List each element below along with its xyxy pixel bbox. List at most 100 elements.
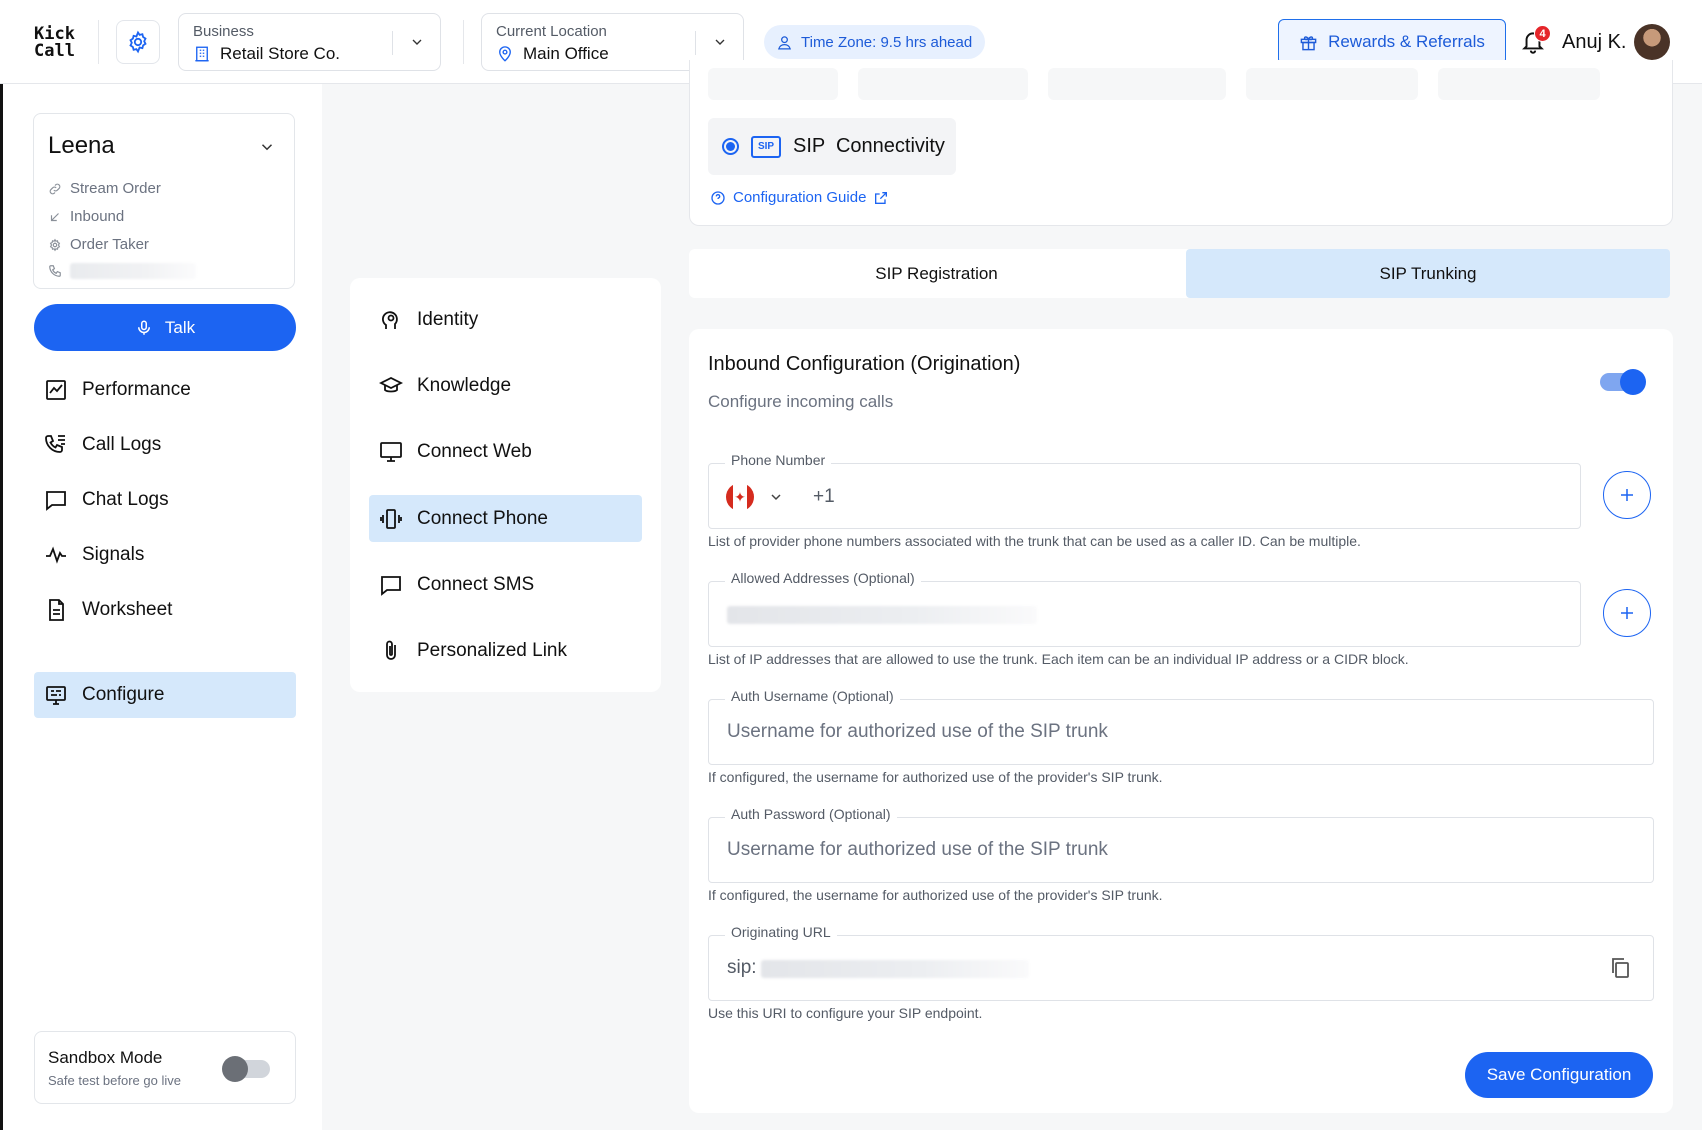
agent-meta-role: Order Taker <box>48 236 149 253</box>
chevron-down-icon[interactable] <box>258 138 276 156</box>
business-select-label: Business <box>193 23 254 40</box>
agent-name: Leena <box>48 132 115 159</box>
location-select-label: Current Location <box>496 23 607 40</box>
head-icon <box>382 310 398 329</box>
canada-flag-icon: ✦ <box>726 483 754 511</box>
talk-button[interactable]: Talk <box>34 304 296 351</box>
subnav-item-connect-phone[interactable]: Connect Phone <box>369 495 642 542</box>
graduation-cap-icon <box>379 376 403 392</box>
copy-icon[interactable] <box>1608 956 1632 980</box>
phone-number-label: Phone Number <box>725 452 832 468</box>
section-title: Inbound Configuration (Origination) <box>708 353 1021 375</box>
paperclip-icon <box>386 640 396 660</box>
business-select[interactable]: Business Retail Store Co. <box>178 13 441 71</box>
chart-line-icon <box>46 380 66 400</box>
dial-code: +1 <box>813 486 835 507</box>
originating-url-helper: Use this URI to configure your SIP endpo… <box>708 1005 983 1021</box>
add-address-button[interactable] <box>1603 589 1651 637</box>
avatar[interactable] <box>1634 24 1670 60</box>
sip-connectivity-option[interactable]: SIP SIP Connectivity <box>708 118 956 175</box>
configure-subnav: Identity Knowledge Connect Web Connect P… <box>350 278 661 692</box>
header-divider <box>98 20 99 64</box>
phone-number-field[interactable]: Phone Number ✦ +1 <box>708 452 1581 529</box>
microphone-icon <box>137 320 150 335</box>
kickcall-logo[interactable]: Kick Call <box>34 26 75 60</box>
redacted-phone <box>70 263 196 279</box>
gear-icon <box>49 238 61 251</box>
redacted-ip-address <box>727 606 1037 624</box>
auth-username-field[interactable]: Auth Username (Optional) Username for au… <box>708 688 1654 765</box>
allowed-addresses-field[interactable]: Allowed Addresses (Optional) <box>708 570 1581 647</box>
nav-item-call-logs[interactable]: Call Logs <box>34 422 296 468</box>
location-select-value: Main Office <box>523 44 609 63</box>
originating-url-prefix: sip: <box>727 957 757 978</box>
subnav-item-connect-web[interactable]: Connect Web <box>369 428 642 475</box>
sandbox-toggle[interactable] <box>222 1056 270 1082</box>
auth-username-placeholder: Username for authorized use of the SIP t… <box>727 721 1108 742</box>
sandbox-mode-panel: Sandbox Mode Safe test before go live <box>34 1031 296 1104</box>
allowed-addresses-helper: List of IP addresses that are allowed to… <box>708 651 1409 667</box>
tab-sip-trunking[interactable]: SIP Trunking <box>1186 249 1670 298</box>
nav-item-performance[interactable]: Performance <box>34 367 296 413</box>
plus-icon <box>1621 489 1633 501</box>
subnav-item-connect-sms[interactable]: Connect SMS <box>369 561 642 608</box>
gift-icon <box>1300 35 1317 50</box>
message-icon <box>381 575 401 596</box>
arrow-down-left-icon <box>50 212 59 221</box>
auth-username-label: Auth Username (Optional) <box>725 688 900 704</box>
notification-badge: 4 <box>1534 25 1551 42</box>
pulse-icon <box>46 546 66 564</box>
chevron-down-icon <box>771 494 781 501</box>
auth-username-helper: If configured, the username for authoriz… <box>708 769 1163 785</box>
tab-sip-registration[interactable]: SIP Registration <box>689 249 1184 298</box>
nav-item-worksheet[interactable]: Worksheet <box>34 587 296 633</box>
phone-number-helper: List of provider phone numbers associate… <box>708 533 1361 549</box>
phone-vibrate-icon <box>380 508 402 529</box>
section-subtitle: Configure incoming calls <box>708 392 894 411</box>
nav-item-chat-logs[interactable]: Chat Logs <box>34 477 296 523</box>
configuration-guide-link[interactable]: Configuration Guide <box>710 189 889 206</box>
monitor-icon <box>380 441 402 462</box>
agent-meta-stream: Stream Order <box>48 180 161 197</box>
sidebar: Leena Stream Order Inbound Order Taker T… <box>0 84 322 1130</box>
link-icon <box>49 183 61 194</box>
originating-url-label: Originating URL <box>725 924 837 940</box>
phone-list-icon <box>45 435 65 453</box>
connectivity-card: SIP SIP Connectivity Configuration Guide <box>689 60 1673 226</box>
nav-item-signals[interactable]: Signals <box>34 532 296 578</box>
document-icon <box>49 599 64 621</box>
country-code-select[interactable]: ✦ <box>726 483 784 511</box>
auth-password-helper: If configured, the username for authoriz… <box>708 887 1163 903</box>
subnav-item-personalized-link[interactable]: Personalized Link <box>369 627 642 674</box>
rewards-referrals-button[interactable]: Rewards & Referrals <box>1278 19 1506 65</box>
user-icon <box>778 35 791 50</box>
subnav-item-identity[interactable]: Identity <box>369 296 642 343</box>
auth-password-placeholder: Username for authorized use of the SIP t… <box>727 839 1108 860</box>
auth-password-label: Auth Password (Optional) <box>725 806 897 822</box>
allowed-addresses-label: Allowed Addresses (Optional) <box>725 570 921 586</box>
add-phone-button[interactable] <box>1603 471 1651 519</box>
radio-selected[interactable] <box>722 138 739 155</box>
gear-icon <box>129 30 147 54</box>
auth-password-field[interactable]: Auth Password (Optional) Username for au… <box>708 806 1654 883</box>
agent-meta-direction: Inbound <box>48 208 124 225</box>
settings-button[interactable] <box>116 20 160 64</box>
subnav-item-knowledge[interactable]: Knowledge <box>369 362 642 409</box>
phone-icon <box>49 265 61 277</box>
monitor-settings-icon <box>46 686 66 705</box>
sip-icon: SIP <box>751 135 781 158</box>
originating-url-field[interactable]: Originating URL sip: <box>708 924 1654 1001</box>
business-select-value: Retail Store Co. <box>220 44 340 63</box>
agent-card[interactable]: Leena Stream Order Inbound Order Taker <box>33 113 295 289</box>
map-pin-icon <box>499 46 511 62</box>
nav-item-configure[interactable]: Configure <box>34 672 296 718</box>
help-circle-icon <box>711 190 725 205</box>
user-name[interactable]: Anuj K. <box>1562 31 1626 54</box>
sandbox-title: Sandbox Mode <box>48 1048 163 1067</box>
chat-bubble-icon <box>46 491 66 511</box>
inbound-configuration-card: Inbound Configuration (Origination) Conf… <box>689 329 1673 1113</box>
chevron-down-icon <box>412 39 422 45</box>
save-configuration-button[interactable]: Save Configuration <box>1465 1052 1653 1098</box>
inbound-toggle[interactable] <box>1600 369 1646 395</box>
timezone-badge: Time Zone: 9.5 hrs ahead <box>764 25 986 59</box>
